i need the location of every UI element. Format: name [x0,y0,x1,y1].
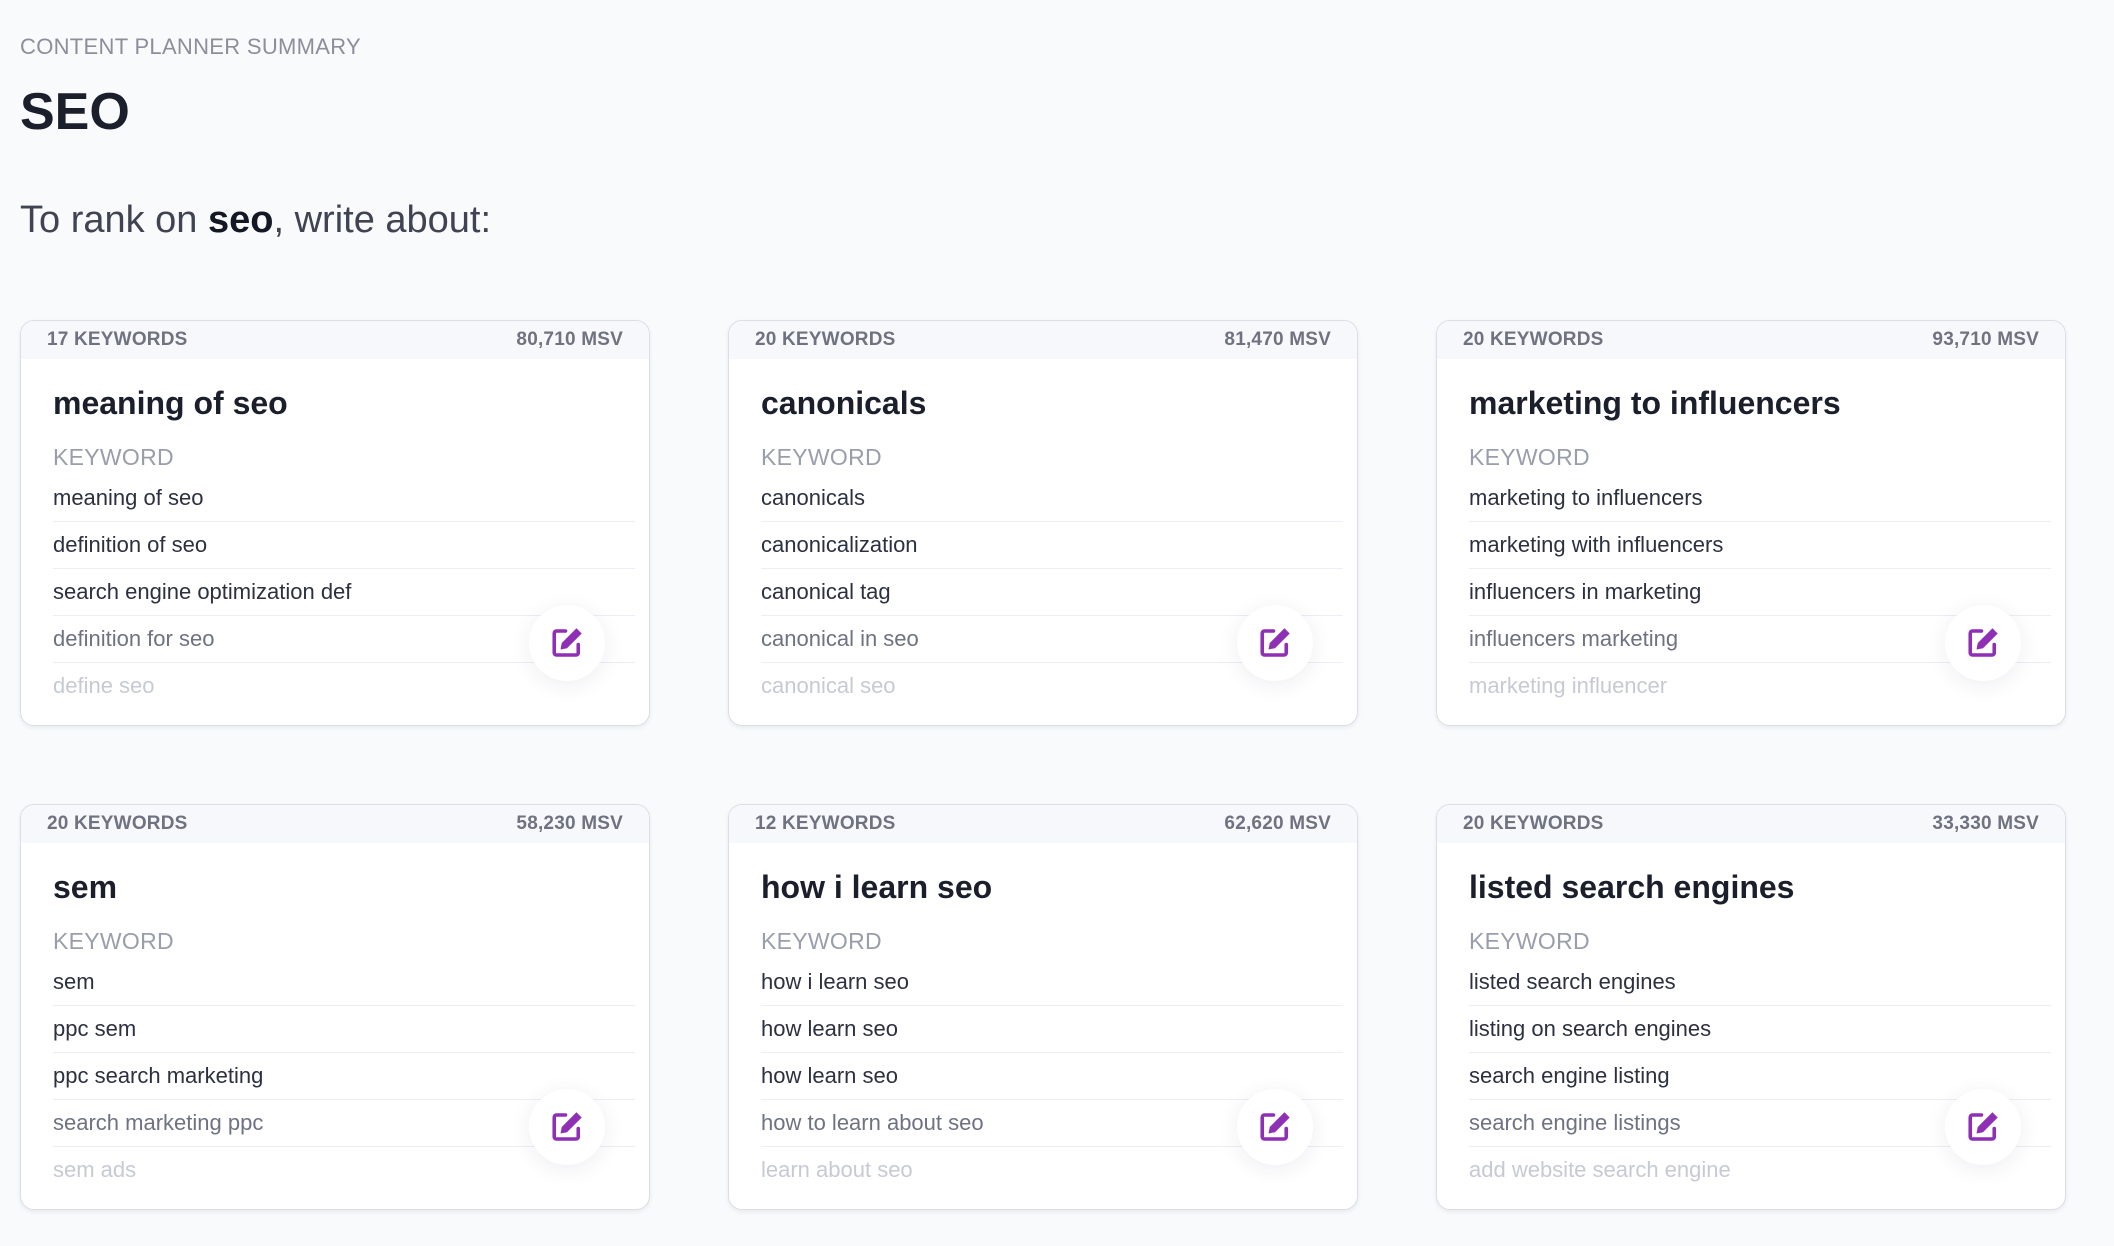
topic-card[interactable]: 20 KEYWORDS 33,330 MSV listed search eng… [1436,804,2066,1210]
msv-total: 93,710 MSV [1932,329,2039,350]
keyword-count: 17 KEYWORDS [47,329,188,350]
keyword-item: sem [53,959,635,1006]
keyword-item: listing on search engines [1469,1006,2051,1053]
card-title: sem [53,869,118,905]
edit-icon [1260,628,1290,657]
keyword-column-label: KEYWORD [761,444,882,470]
edit-icon [1968,1112,1998,1141]
keyword-item: ppc sem [53,1006,635,1053]
subtitle-prefix: To rank on [20,199,208,241]
page-subtitle: To rank on seo, write about: [20,196,491,244]
edit-button[interactable] [1237,605,1313,681]
edit-icon [1968,628,1998,657]
keyword-item: how i learn seo [761,959,1343,1006]
keyword-item: definition of seo [53,522,635,569]
keyword-count: 20 KEYWORDS [1463,329,1604,350]
card-title: how i learn seo [761,869,993,905]
keyword-count: 12 KEYWORDS [755,813,896,834]
subtitle-suffix: , write about: [273,199,492,241]
keyword-item: listed search engines [1469,959,2051,1006]
msv-total: 58,230 MSV [516,813,623,834]
edit-button[interactable] [1945,1089,2021,1165]
keyword-item: meaning of seo [53,475,635,522]
topic-card-grid: 17 KEYWORDS 80,710 MSV meaning of seo KE… [20,320,2070,1210]
keyword-column-label: KEYWORD [1469,444,1590,470]
card-header: 20 KEYWORDS 93,710 MSV [1437,321,2065,359]
card-header: 12 KEYWORDS 62,620 MSV [729,805,1357,843]
topic-card[interactable]: 20 KEYWORDS 58,230 MSV sem KEYWORD sem p… [20,804,650,1210]
card-header: 17 KEYWORDS 80,710 MSV [21,321,649,359]
keyword-count: 20 KEYWORDS [755,329,896,350]
card-header: 20 KEYWORDS 33,330 MSV [1437,805,2065,843]
edit-button[interactable] [529,1089,605,1165]
edit-icon [552,1112,582,1141]
keyword-item: marketing with influencers [1469,522,2051,569]
keyword-count: 20 KEYWORDS [47,813,188,834]
keyword-item: canonicals [761,475,1343,522]
card-title: meaning of seo [53,385,288,421]
card-header: 20 KEYWORDS 58,230 MSV [21,805,649,843]
topic-card[interactable]: 12 KEYWORDS 62,620 MSV how i learn seo K… [728,804,1358,1210]
topic-card[interactable]: 20 KEYWORDS 93,710 MSV marketing to infl… [1436,320,2066,726]
keyword-item: how learn seo [761,1006,1343,1053]
subtitle-term: seo [208,199,274,241]
keyword-column-label: KEYWORD [53,444,174,470]
edit-button[interactable] [1237,1089,1313,1165]
edit-icon [1260,1112,1290,1141]
card-title: canonicals [761,385,927,421]
keyword-column-label: KEYWORD [761,928,882,954]
topic-card[interactable]: 17 KEYWORDS 80,710 MSV meaning of seo KE… [20,320,650,726]
edit-button[interactable] [1945,605,2021,681]
edit-button[interactable] [529,605,605,681]
keyword-item: canonicalization [761,522,1343,569]
msv-total: 80,710 MSV [516,329,623,350]
page-eyebrow: CONTENT PLANNER SUMMARY [20,34,362,59]
topic-card[interactable]: 20 KEYWORDS 81,470 MSV canonicals KEYWOR… [728,320,1358,726]
card-title: marketing to influencers [1469,385,1841,421]
card-title: listed search engines [1469,869,1795,905]
msv-total: 81,470 MSV [1224,329,1331,350]
msv-total: 33,330 MSV [1932,813,2039,834]
keyword-column-label: KEYWORD [53,928,174,954]
edit-icon [552,628,582,657]
msv-total: 62,620 MSV [1224,813,1331,834]
keyword-column-label: KEYWORD [1469,928,1590,954]
keyword-count: 20 KEYWORDS [1463,813,1604,834]
card-header: 20 KEYWORDS 81,470 MSV [729,321,1357,359]
keyword-item: marketing to influencers [1469,475,2051,522]
page-title: SEO [20,83,130,141]
